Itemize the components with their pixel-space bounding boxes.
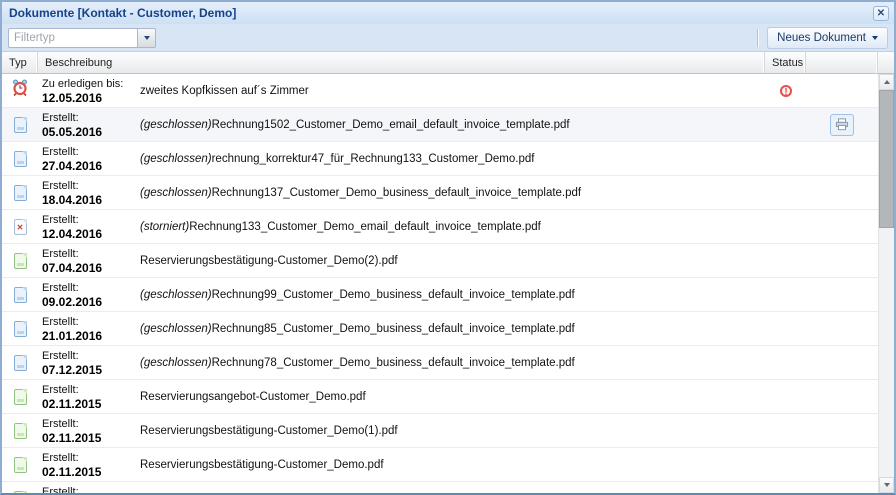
doc-state-prefix: (storniert) [140,221,189,233]
column-header-spacer [878,52,894,73]
table-row[interactable]: Erstellt:05.05.2016 (geschlossen)Rechnun… [2,108,878,142]
doc-state-prefix: (geschlossen) [140,187,212,199]
table-row[interactable]: Erstellt:21.01.2016 (geschlossen)Rechnun… [2,312,878,346]
chevron-up-icon [884,80,890,84]
document-name: Rechnung137_Customer_Demo_business_defau… [212,187,582,199]
grid-body: Zu erledigen bis:12.05.2016 zweites Kopf… [2,74,894,493]
date-value: 21.01.2016 [42,329,140,343]
table-row[interactable]: Erstellt:09.02.2016 (geschlossen)Rechnun… [2,278,878,312]
chevron-down-icon [884,483,890,487]
date-label: Erstellt: [42,281,140,295]
date-label: Erstellt: [42,179,140,193]
chevron-down-icon [872,36,878,40]
document-name: Rechnung99_Customer_Demo_business_defaul… [212,289,575,301]
date-label: Erstellt: [42,383,140,397]
new-document-button[interactable]: Neues Dokument [767,27,888,49]
document-icon [14,185,27,201]
date-value: 12.04.2016 [42,227,140,241]
window-title: Dokumente [Kontakt - Customer, Demo] [9,6,236,20]
date-label: Erstellt: [42,315,140,329]
date-value: 09.02.2016 [42,295,140,309]
doc-state-prefix: (geschlossen) [140,119,212,131]
scrollbar-thumb[interactable] [879,90,894,228]
document-name: Rechnung85_Customer_Demo_business_defaul… [212,323,575,335]
date-label: Erstellt: [42,111,140,125]
table-row[interactable]: Erstellt:07.04.2016 Reservierungsbestäti… [2,244,878,278]
doc-state-prefix: (geschlossen) [140,357,212,369]
document-green-icon [14,423,27,439]
date-value: 02.11.2015 [42,465,140,479]
document-name: Reservierungsbestätigung-Customer_Demo(2… [140,255,398,267]
filter-type-input[interactable] [8,28,137,48]
document-icon [14,321,27,337]
grid-header: Typ Beschreibung Status [2,52,894,74]
date-label: Zu erledigen bis: [42,77,140,91]
doc-state-prefix: (geschlossen) [140,289,212,301]
date-label: Erstellt: [42,145,140,159]
date-value: 27.04.2016 [42,159,140,173]
close-icon[interactable] [873,6,889,21]
document-green-icon [14,253,27,269]
date-value: 02.11.2015 [42,397,140,411]
alarm-clock-icon [11,79,29,102]
vertical-scrollbar[interactable] [878,74,894,493]
document-name: Rechnung78_Customer_Demo_business_defaul… [212,357,575,369]
column-header-beschreibung[interactable]: Beschreibung [38,52,765,73]
window-titlebar[interactable]: Dokumente [Kontakt - Customer, Demo] [2,2,894,24]
new-document-label: Neues Dokument [777,32,866,44]
date-label: Erstellt: [42,247,140,261]
document-icon [14,287,27,303]
table-row[interactable]: Erstellt:27.04.2016 (geschlossen)rechnun… [2,142,878,176]
documents-window: Dokumente [Kontakt - Customer, Demo] Neu… [0,0,896,495]
doc-state-prefix: (geschlossen) [140,323,212,335]
document-green-icon [14,457,27,473]
doc-state-prefix: (geschlossen) [140,153,212,165]
printer-icon [835,118,849,131]
date-label: Erstellt: [42,451,140,465]
table-row[interactable]: Erstellt: [2,482,878,493]
date-value: 02.11.2015 [42,431,140,445]
scroll-down-button[interactable] [879,477,894,493]
date-value: 12.05.2016 [42,91,140,105]
toolbar: Neues Dokument [2,24,894,52]
column-header-status[interactable]: Status [765,52,806,73]
overdue-status-icon [780,85,792,97]
date-value: 18.04.2016 [42,193,140,207]
document-cancelled-icon [14,219,27,235]
document-name: Rechnung133_Customer_Demo_email_default_… [189,221,541,233]
print-button[interactable] [830,114,854,136]
description-text: zweites Kopfkissen auf´s Zimmer [140,85,309,97]
filter-type-combo[interactable] [8,28,156,48]
date-value: 05.05.2016 [42,125,140,139]
table-row[interactable]: Erstellt:02.11.2015 Reservierungsangebot… [2,380,878,414]
chevron-down-icon[interactable] [137,28,156,48]
date-label: Erstellt: [42,417,140,431]
date-value: 07.12.2015 [42,363,140,377]
document-name: Reservierungsbestätigung-Customer_Demo.p… [140,459,384,471]
document-icon [14,151,27,167]
column-header-typ[interactable]: Typ [2,52,38,73]
scroll-up-button[interactable] [879,74,894,90]
date-label: Erstellt: [42,485,140,493]
table-row[interactable]: Erstellt:02.11.2015 Reservierungsbestäti… [2,448,878,482]
date-label: Erstellt: [42,213,140,227]
table-row[interactable]: Zu erledigen bis:12.05.2016 zweites Kopf… [2,74,878,108]
table-row[interactable]: Erstellt:12.04.2016 (storniert)Rechnung1… [2,210,878,244]
table-row[interactable]: Erstellt:07.12.2015 (geschlossen)Rechnun… [2,346,878,380]
document-name: rechnung_korrektur47_für_Rechnung133_Cus… [212,153,535,165]
column-header-actions[interactable] [806,52,878,73]
table-row[interactable]: Erstellt:18.04.2016 (geschlossen)Rechnun… [2,176,878,210]
document-green-icon [14,389,27,405]
document-icon [14,355,27,371]
document-name: Rechnung1502_Customer_Demo_email_default… [212,119,570,131]
document-icon [14,117,27,133]
table-row[interactable]: Erstellt:02.11.2015 Reservierungsbestäti… [2,414,878,448]
toolbar-separator [757,29,758,47]
document-green-icon [14,491,27,494]
date-label: Erstellt: [42,349,140,363]
document-name: Reservierungsangebot-Customer_Demo.pdf [140,391,366,403]
date-value: 07.04.2016 [42,261,140,275]
document-name: Reservierungsbestätigung-Customer_Demo(1… [140,425,398,437]
